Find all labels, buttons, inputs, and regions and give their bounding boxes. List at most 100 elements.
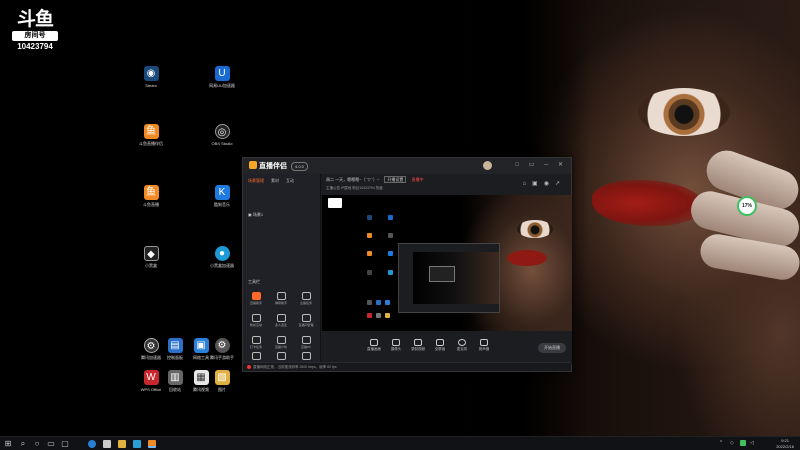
control-microphone[interactable]: 麦克风 (452, 339, 472, 352)
tool-events[interactable] (247, 352, 265, 360)
tool-timer[interactable]: 直播计时 (272, 336, 290, 349)
douyu-taskbar-icon[interactable] (148, 440, 156, 448)
desktop-icon-tencent-mobile[interactable]: ⚙ 腾讯手游助手 (207, 338, 237, 360)
edge-icon[interactable] (88, 440, 96, 448)
desktop-icon-douyu-companion[interactable]: 鱼 斗鱼直播伴侣 (136, 124, 166, 146)
desktop-icon-uu[interactable]: U 网易UU加速器 (207, 66, 237, 88)
chat-icon[interactable]: ▢ (60, 439, 70, 449)
sidebar-tabs: 场景管理 素材 互动 (248, 178, 301, 184)
header-action-icons[interactable]: ⌂▣◉↗ (522, 180, 566, 187)
tab-materials[interactable]: 素材 (271, 178, 279, 183)
room-label: 房间号 (12, 31, 58, 41)
tool-fans[interactable]: 粉丝互动 (247, 314, 265, 327)
live-badge: 直播中 (411, 177, 424, 182)
wallpaper-eye (638, 88, 730, 136)
scene-item[interactable]: ▣ 场景1 (248, 212, 263, 218)
preview-icon (388, 233, 393, 238)
widgets-icon[interactable]: ▭ (46, 439, 56, 449)
desktop-icon-heybox-accelerator[interactable]: ● 小黑盒加速器 (207, 246, 237, 268)
stream-preview[interactable] (322, 195, 572, 331)
tool-tasks[interactable]: 主播任务 (297, 292, 315, 305)
chevron-up-icon[interactable]: ^ (720, 440, 726, 446)
windows-start-icon[interactable]: ⊞ (3, 439, 13, 449)
tool-icon (301, 292, 311, 300)
window-controls[interactable]: □ ▭ ─ ✕ (515, 161, 567, 168)
search-icon[interactable]: ⌕ (18, 439, 28, 449)
status-dot-icon (247, 365, 251, 369)
app-tray-icon[interactable] (740, 440, 746, 446)
tool-icon (301, 352, 311, 360)
douyu-logo: 斗鱼 (16, 9, 54, 30)
control-screen[interactable]: 直播画面 (364, 339, 384, 352)
tool-label: 多人连麦 (274, 323, 287, 327)
gear-icon: ⚙ (143, 338, 159, 353)
desktop-icon-obs[interactable]: ◎ OBS Studio (207, 124, 237, 146)
tab-scenes[interactable]: 场景管理 (248, 178, 264, 183)
desktop-icon-kugou[interactable]: K 酷狗音乐 (207, 185, 237, 207)
uu-accelerator-icon: U (214, 66, 230, 81)
tool-multi-mic[interactable]: 多人连麦 (272, 314, 290, 327)
preview-icon (367, 270, 372, 275)
desktop-icon-label: 小黑盒 (145, 263, 157, 268)
tool-room-manage[interactable]: 直播间管理 (297, 314, 315, 327)
control-label: 全屏画 (434, 347, 446, 351)
volume-icon[interactable]: ◁ (750, 440, 756, 446)
progress-bubble[interactable]: 17% (737, 196, 757, 216)
preview-icon (367, 233, 372, 238)
preview-paint (507, 250, 547, 266)
control-camera[interactable]: 摄像头 (386, 339, 406, 352)
tool-live-assistant[interactable]: 直播助手 (247, 292, 265, 305)
network-icon[interactable]: ◇ (730, 440, 736, 446)
tool-icon (301, 336, 311, 344)
main-area: 周二 一天，嗯嗯嗯~（¯▽¯）~ 开播设置 直播中 主播公告 IP属地 粉丝10… (322, 174, 572, 364)
preview-icon (385, 313, 390, 318)
tool-label: 直播助手 (249, 301, 262, 305)
tool-icon (276, 336, 286, 344)
streaming-companion-window[interactable]: 直播伴侣 4.0.0 □ ▭ ─ ✕ 场景管理 素材 互动 ▣ 场景1 工具栏 直播… (242, 157, 572, 372)
tool-label: 直播间管理 (298, 323, 314, 327)
desktop-icon-label: OBS Studio (211, 141, 233, 146)
tool-icon (251, 336, 261, 344)
control-record[interactable]: 录制视频 (408, 339, 428, 352)
preview-eye (517, 220, 553, 238)
store-icon[interactable] (133, 440, 141, 448)
settings-taskbar-icon[interactable] (103, 440, 111, 448)
tool-danmaku[interactable]: 弹幕助手 (272, 292, 290, 305)
douyu-icon: 鱼 (143, 185, 159, 200)
preview-icon (367, 215, 372, 220)
tool-pk[interactable]: 直播PK (297, 336, 315, 349)
file-explorer-icon[interactable] (118, 440, 126, 448)
avatar[interactable] (483, 161, 492, 170)
camera-icon (392, 339, 400, 346)
clock[interactable]: 9:21 2022/2/16 (776, 438, 794, 450)
kugou-icon: K (214, 185, 230, 200)
tab-interact[interactable]: 互动 (286, 178, 294, 183)
control-fullscreen[interactable]: 全屏画 (430, 339, 450, 352)
nested-preview (413, 252, 499, 304)
window-titlebar[interactable]: 直播伴侣 4.0.0 □ ▭ ─ ✕ (243, 158, 571, 174)
stream-title[interactable]: 周二 一天，嗯嗯嗯~（¯▽¯）~ (326, 177, 379, 182)
nested-window-box (429, 266, 455, 282)
folder-icon: ▧ (214, 370, 230, 385)
desktop-icon-heybox[interactable]: ◆ 小黑盒 (136, 246, 166, 268)
desktop-icon-label: 酷狗音乐 (214, 202, 230, 207)
desktop-icon-douyu[interactable]: 鱼 斗鱼直播 (136, 185, 166, 207)
control-speaker[interactable]: 扬声器 (474, 339, 494, 352)
recycle-bin-icon: ▥ (167, 370, 183, 385)
task-view-icon[interactable]: ○ (32, 439, 42, 449)
desktop-icon-pictures[interactable]: ▧ 图片 (207, 370, 237, 392)
tool-label: 主播任务 (299, 301, 312, 305)
tool-more[interactable] (272, 352, 290, 360)
preview-icon (367, 251, 372, 256)
room-number: 10423794 (17, 42, 53, 51)
start-live-button[interactable]: 开始直播 (538, 343, 566, 353)
tool-checkin[interactable]: 打卡任务 (247, 336, 265, 349)
heybox-accelerator-icon: ● (214, 246, 230, 261)
status-tag[interactable]: 开播设置 (384, 176, 407, 183)
tool-icon (251, 352, 261, 360)
desktop-icon-label: 腾讯手游助手 (210, 355, 234, 360)
tool-settings[interactable] (297, 352, 315, 360)
desktop-icon-label: 网易UU加速器 (209, 83, 235, 88)
tool-icon (251, 292, 261, 300)
desktop-icon-steam[interactable]: ◉ Steam (136, 66, 166, 88)
